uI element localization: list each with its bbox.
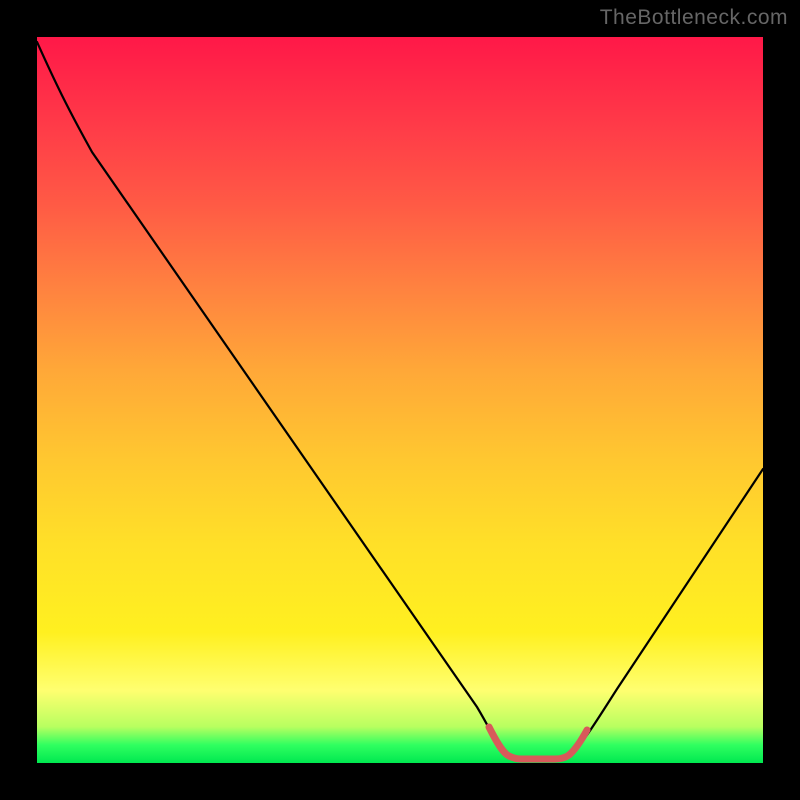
chart-svg — [37, 37, 763, 763]
watermark-text: TheBottleneck.com — [600, 6, 788, 30]
main-curve — [37, 42, 763, 758]
highlight-segment — [489, 727, 587, 759]
chart-plot-area — [37, 37, 763, 763]
